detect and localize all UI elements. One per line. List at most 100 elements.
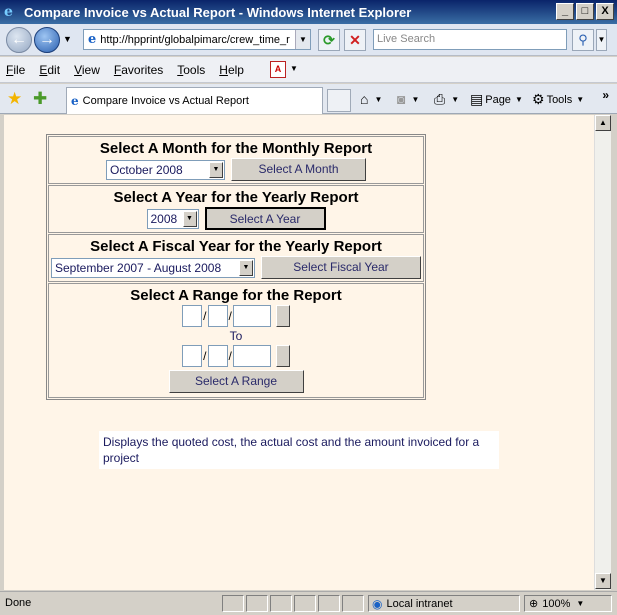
- add-favorite-icon[interactable]: ✚: [33, 89, 47, 109]
- start-year-input[interactable]: [232, 305, 271, 327]
- zoom-icon: ⊕: [529, 598, 539, 610]
- select-range-button[interactable]: Select A Range: [168, 370, 304, 393]
- window-controls: _ □ X: [556, 3, 614, 20]
- menu-bar: File Edit View Favorites Tools Help A ▼: [0, 57, 617, 83]
- home-icon: ⌂: [360, 91, 369, 107]
- page-content: Select A Month for the Monthly Report Oc…: [4, 115, 594, 590]
- end-day-input[interactable]: [207, 345, 228, 367]
- print-button[interactable]: ⎙ ▼: [434, 91, 459, 108]
- new-tab-button[interactable]: [327, 89, 351, 112]
- select-year-button[interactable]: Select A Year: [204, 207, 326, 230]
- year-select-value: 2008: [150, 211, 178, 226]
- start-date-picker-button[interactable]: [275, 305, 290, 327]
- page-icon-cmd: ▤: [470, 91, 484, 107]
- close-button[interactable]: X: [596, 3, 614, 20]
- status-pane: [294, 595, 316, 612]
- page-icon: e: [88, 32, 97, 47]
- page-menu-label: Page: [485, 93, 511, 106]
- end-year-input[interactable]: [232, 345, 271, 367]
- tab-label: Compare Invoice vs Actual Report: [82, 95, 249, 107]
- refresh-button[interactable]: ⟳: [318, 29, 340, 51]
- menu-tools[interactable]: Tools: [177, 63, 205, 77]
- yearly-heading: Select A Year for the Yearly Report: [113, 189, 359, 206]
- range-to-label: To: [229, 329, 243, 343]
- chevron-down-icon[interactable]: ▼: [209, 161, 223, 178]
- menu-favorites[interactable]: Favorites: [114, 63, 163, 77]
- range-heading: Select A Range for the Report: [130, 287, 342, 304]
- back-button[interactable]: ←: [6, 27, 32, 53]
- menu-edit[interactable]: Edit: [39, 63, 60, 77]
- month-select[interactable]: October 2008 ▼: [106, 159, 225, 180]
- window-title: Compare Invoice vs Actual Report - Windo…: [24, 4, 412, 20]
- date-separator: /: [228, 349, 232, 363]
- year-select[interactable]: 2008 ▼: [146, 208, 199, 229]
- status-bar: Done ◉ Local intranet ⊕ 100% ▼: [0, 591, 617, 615]
- globe-icon: ◉: [372, 596, 383, 611]
- menu-help[interactable]: Help: [219, 63, 244, 77]
- home-button[interactable]: ⌂ ▼: [360, 91, 382, 107]
- status-pane: [246, 595, 268, 612]
- search-options-dropdown-icon[interactable]: ▼: [596, 29, 607, 51]
- tools-menu-label: Tools: [546, 93, 573, 106]
- start-month-input[interactable]: [182, 305, 203, 327]
- range-section: Select A Range for the Report / / To / /…: [48, 283, 424, 398]
- recent-pages-dropdown-icon[interactable]: ▼: [63, 34, 72, 44]
- menu-view[interactable]: View: [74, 63, 100, 77]
- pdf-convert-icon[interactable]: A: [270, 61, 286, 78]
- ie-logo-icon: e: [4, 4, 13, 20]
- monthly-section: Select A Month for the Monthly Report Oc…: [48, 136, 424, 184]
- command-bar: ★ ✚ e Compare Invoice vs Actual Report ⌂…: [0, 84, 617, 114]
- search-icon[interactable]: ⚲: [572, 29, 594, 51]
- zoom-control[interactable]: ⊕ 100% ▼: [524, 595, 612, 612]
- chevron-down-icon[interactable]: ▼: [239, 259, 253, 276]
- zoom-dropdown-icon[interactable]: ▼: [576, 599, 584, 608]
- status-pane: [222, 595, 244, 612]
- status-pane: [342, 595, 364, 612]
- toolbar-overflow-icon[interactable]: »: [602, 88, 609, 102]
- start-day-input[interactable]: [207, 305, 228, 327]
- address-url[interactable]: http://hpprint/globalpimarc/crew_time_r: [100, 34, 290, 46]
- status-pane: [270, 595, 292, 612]
- yearly-section: Select A Year for the Yearly Report 2008…: [48, 185, 424, 233]
- tab-page-icon: e: [71, 94, 79, 108]
- tab-current[interactable]: e Compare Invoice vs Actual Report: [66, 87, 323, 114]
- fiscal-heading: Select A Fiscal Year for the Yearly Repo…: [90, 238, 382, 255]
- status-text: Done: [5, 597, 32, 609]
- end-month-input[interactable]: [182, 345, 203, 367]
- tools-menu-button[interactable]: ⚙ Tools ▼: [532, 91, 584, 108]
- select-month-button[interactable]: Select A Month: [231, 158, 366, 181]
- security-zone-label: Local intranet: [386, 597, 453, 610]
- date-separator: /: [203, 349, 207, 363]
- vertical-scrollbar[interactable]: ▲ ▼: [594, 115, 611, 590]
- address-toolbar: ← → ▼ e http://hpprint/globalpimarc/crew…: [0, 24, 617, 56]
- scroll-down-icon[interactable]: ▼: [595, 573, 611, 589]
- favorites-star-icon[interactable]: ★: [7, 89, 22, 109]
- menu-file[interactable]: File: [6, 63, 25, 77]
- page-menu-button[interactable]: ▤ Page ▼: [470, 91, 523, 108]
- gear-icon: ⚙: [532, 91, 545, 107]
- date-separator: /: [203, 309, 207, 323]
- print-icon: ⎙: [434, 91, 446, 107]
- fiscal-year-select[interactable]: September 2007 - August 2008 ▼: [51, 257, 255, 278]
- report-selection-table: Select A Month for the Monthly Report Oc…: [46, 134, 426, 400]
- minimize-button[interactable]: _: [556, 3, 574, 20]
- address-dropdown-icon[interactable]: ▼: [295, 30, 310, 49]
- address-bar[interactable]: e http://hpprint/globalpimarc/crew_time_…: [83, 29, 311, 50]
- rss-icon: ◙: [397, 91, 406, 107]
- report-description: Displays the quoted cost, the actual cos…: [99, 431, 499, 469]
- security-zone[interactable]: ◉ Local intranet: [368, 595, 520, 612]
- search-input[interactable]: Live Search: [373, 29, 567, 50]
- feeds-button[interactable]: ◙ ▼: [397, 91, 419, 107]
- pdf-dropdown-icon[interactable]: ▼: [290, 64, 298, 73]
- fiscal-section: Select A Fiscal Year for the Yearly Repo…: [48, 234, 424, 282]
- chevron-down-icon[interactable]: ▼: [182, 210, 197, 227]
- title-bar: e Compare Invoice vs Actual Report - Win…: [0, 0, 617, 24]
- status-pane: [318, 595, 340, 612]
- date-separator: /: [228, 309, 232, 323]
- maximize-button[interactable]: □: [576, 3, 594, 20]
- select-fiscal-year-button[interactable]: Select Fiscal Year: [261, 256, 421, 279]
- end-date-picker-button[interactable]: [275, 345, 290, 367]
- stop-button[interactable]: ✕: [344, 29, 366, 51]
- scroll-up-icon[interactable]: ▲: [595, 115, 611, 131]
- forward-button[interactable]: →: [34, 27, 60, 53]
